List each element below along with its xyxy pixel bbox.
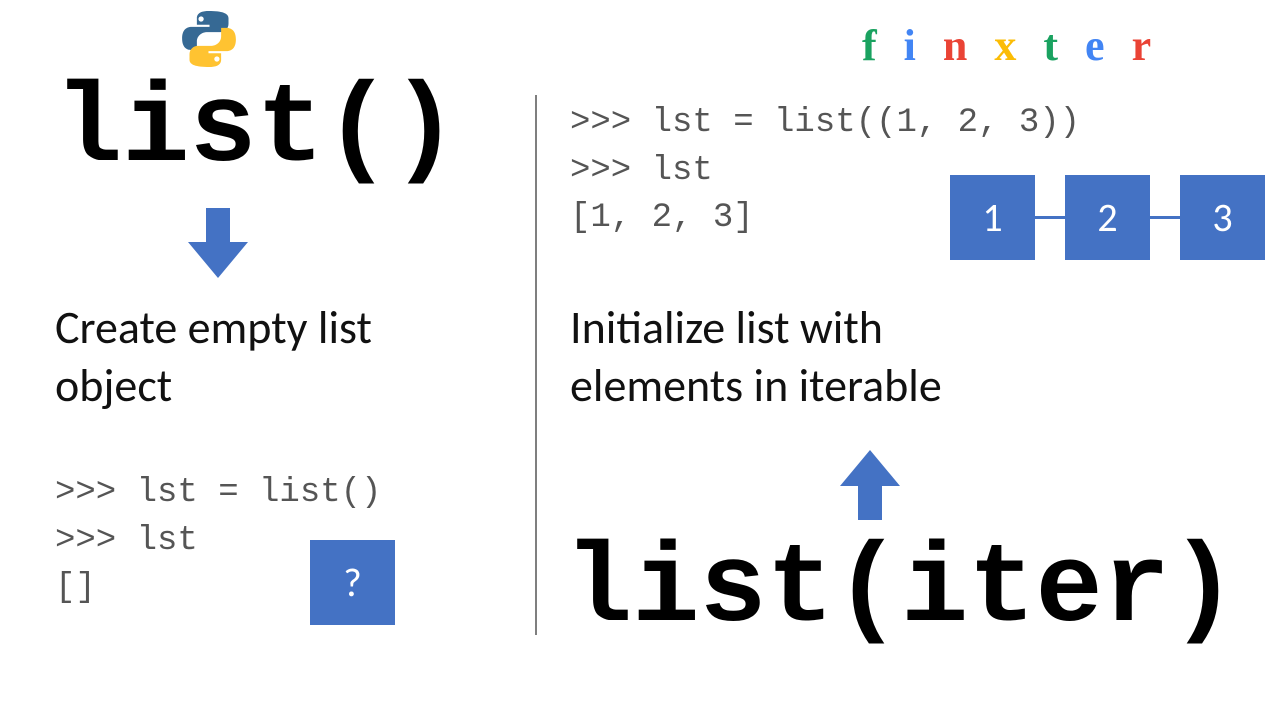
brand-letter: e: [1085, 20, 1113, 71]
arrow-down-icon: [188, 208, 248, 283]
right-description: Initialize list with elements in iterabl…: [570, 300, 942, 415]
column-divider: [535, 95, 537, 635]
list-node: 1: [950, 175, 1035, 260]
right-title: list(iter): [565, 535, 1237, 647]
brand-letter: x: [994, 20, 1024, 71]
list-nodes: 1 2 3: [950, 175, 1265, 260]
python-logo-icon: [180, 10, 238, 73]
brand-letter: n: [943, 20, 975, 71]
brand-letter: r: [1132, 20, 1160, 71]
list-link: [1035, 216, 1065, 219]
brand-letter: f: [862, 20, 885, 71]
list-node: 3: [1180, 175, 1265, 260]
brand-letter: i: [904, 20, 924, 71]
list-link: [1150, 216, 1180, 219]
empty-list-box-label: ?: [343, 558, 362, 607]
finxter-logo: f i n x t e r: [862, 20, 1159, 71]
brand-letter: t: [1043, 20, 1066, 71]
left-description: Create empty list object: [55, 300, 372, 415]
list-node: 2: [1065, 175, 1150, 260]
left-title: list(): [55, 75, 458, 187]
empty-list-box: ?: [310, 540, 395, 625]
arrow-up-icon: [840, 450, 900, 525]
